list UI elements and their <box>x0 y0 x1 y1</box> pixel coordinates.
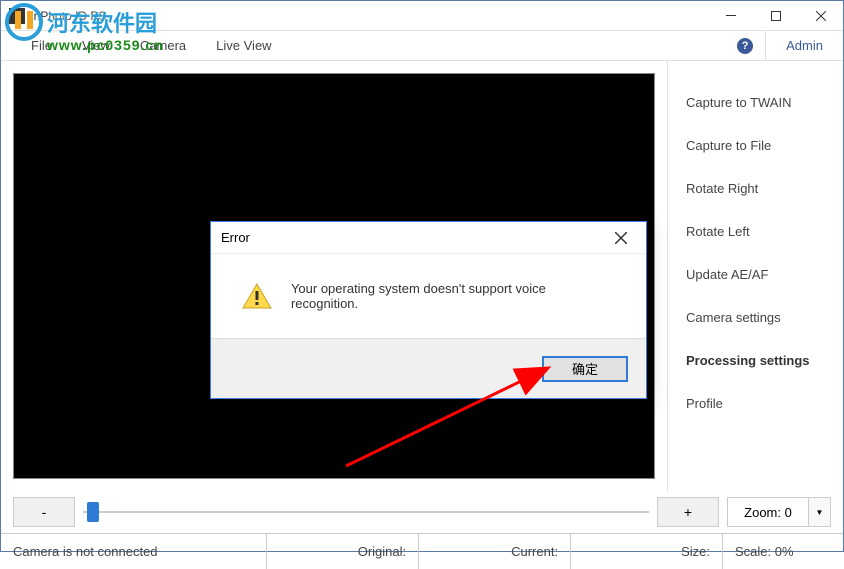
sidebar-item-update-ae-af[interactable]: Update AE/AF <box>668 253 843 296</box>
menu-view[interactable]: View <box>67 31 125 60</box>
error-dialog: Error Your operating system doesn't supp… <box>210 221 647 399</box>
maximize-button[interactable] <box>753 1 798 30</box>
sidebar-item-camera-settings[interactable]: Camera settings <box>668 296 843 339</box>
menu-live-view[interactable]: Live View <box>201 31 286 60</box>
help-icon[interactable]: ? <box>737 38 753 54</box>
zoom-value: Zoom: 0 <box>727 497 809 527</box>
dialog-title: Error <box>221 230 606 245</box>
minimize-button[interactable] <box>708 1 753 30</box>
slider-thumb[interactable] <box>87 502 99 522</box>
dialog-ok-button[interactable]: 确定 <box>542 356 628 382</box>
titlebar: inPhoto ID PS <box>1 1 843 31</box>
app-icon <box>9 8 25 24</box>
slider-track <box>83 511 649 513</box>
statusbar: Camera is not connected Original: Curren… <box>1 533 843 569</box>
close-icon <box>816 11 826 21</box>
window-title: inPhoto ID PS <box>31 9 708 23</box>
zoom-slider[interactable] <box>83 497 649 527</box>
menubar: File View Camera Live View ? Admin <box>1 31 843 61</box>
close-icon <box>615 232 627 244</box>
menu-file[interactable]: File <box>16 31 67 60</box>
sidebar-item-capture-file[interactable]: Capture to File <box>668 124 843 167</box>
zoom-controls: - + Zoom: 0 ▼ <box>1 491 843 533</box>
dialog-close-button[interactable] <box>606 226 636 250</box>
warning-icon <box>241 282 273 310</box>
sidebar-item-rotate-right[interactable]: Rotate Right <box>668 167 843 210</box>
sidebar-item-profile[interactable]: Profile <box>668 382 843 425</box>
menu-camera[interactable]: Camera <box>125 31 201 60</box>
maximize-icon <box>771 11 781 21</box>
sidebar-item-capture-twain[interactable]: Capture to TWAIN <box>668 81 843 124</box>
sidebar-item-rotate-left[interactable]: Rotate Left <box>668 210 843 253</box>
zoom-out-button[interactable]: - <box>13 497 75 527</box>
minimize-icon <box>726 15 736 16</box>
dialog-message: Your operating system doesn't support vo… <box>291 281 616 311</box>
admin-link[interactable]: Admin <box>766 31 843 60</box>
sidebar-item-processing-settings[interactable]: Processing settings <box>668 339 843 382</box>
zoom-dropdown[interactable]: ▼ <box>809 497 831 527</box>
side-panel: Capture to TWAIN Capture to File Rotate … <box>667 61 843 491</box>
close-button[interactable] <box>798 1 843 30</box>
zoom-in-button[interactable]: + <box>657 497 719 527</box>
dialog-titlebar: Error <box>211 222 646 254</box>
